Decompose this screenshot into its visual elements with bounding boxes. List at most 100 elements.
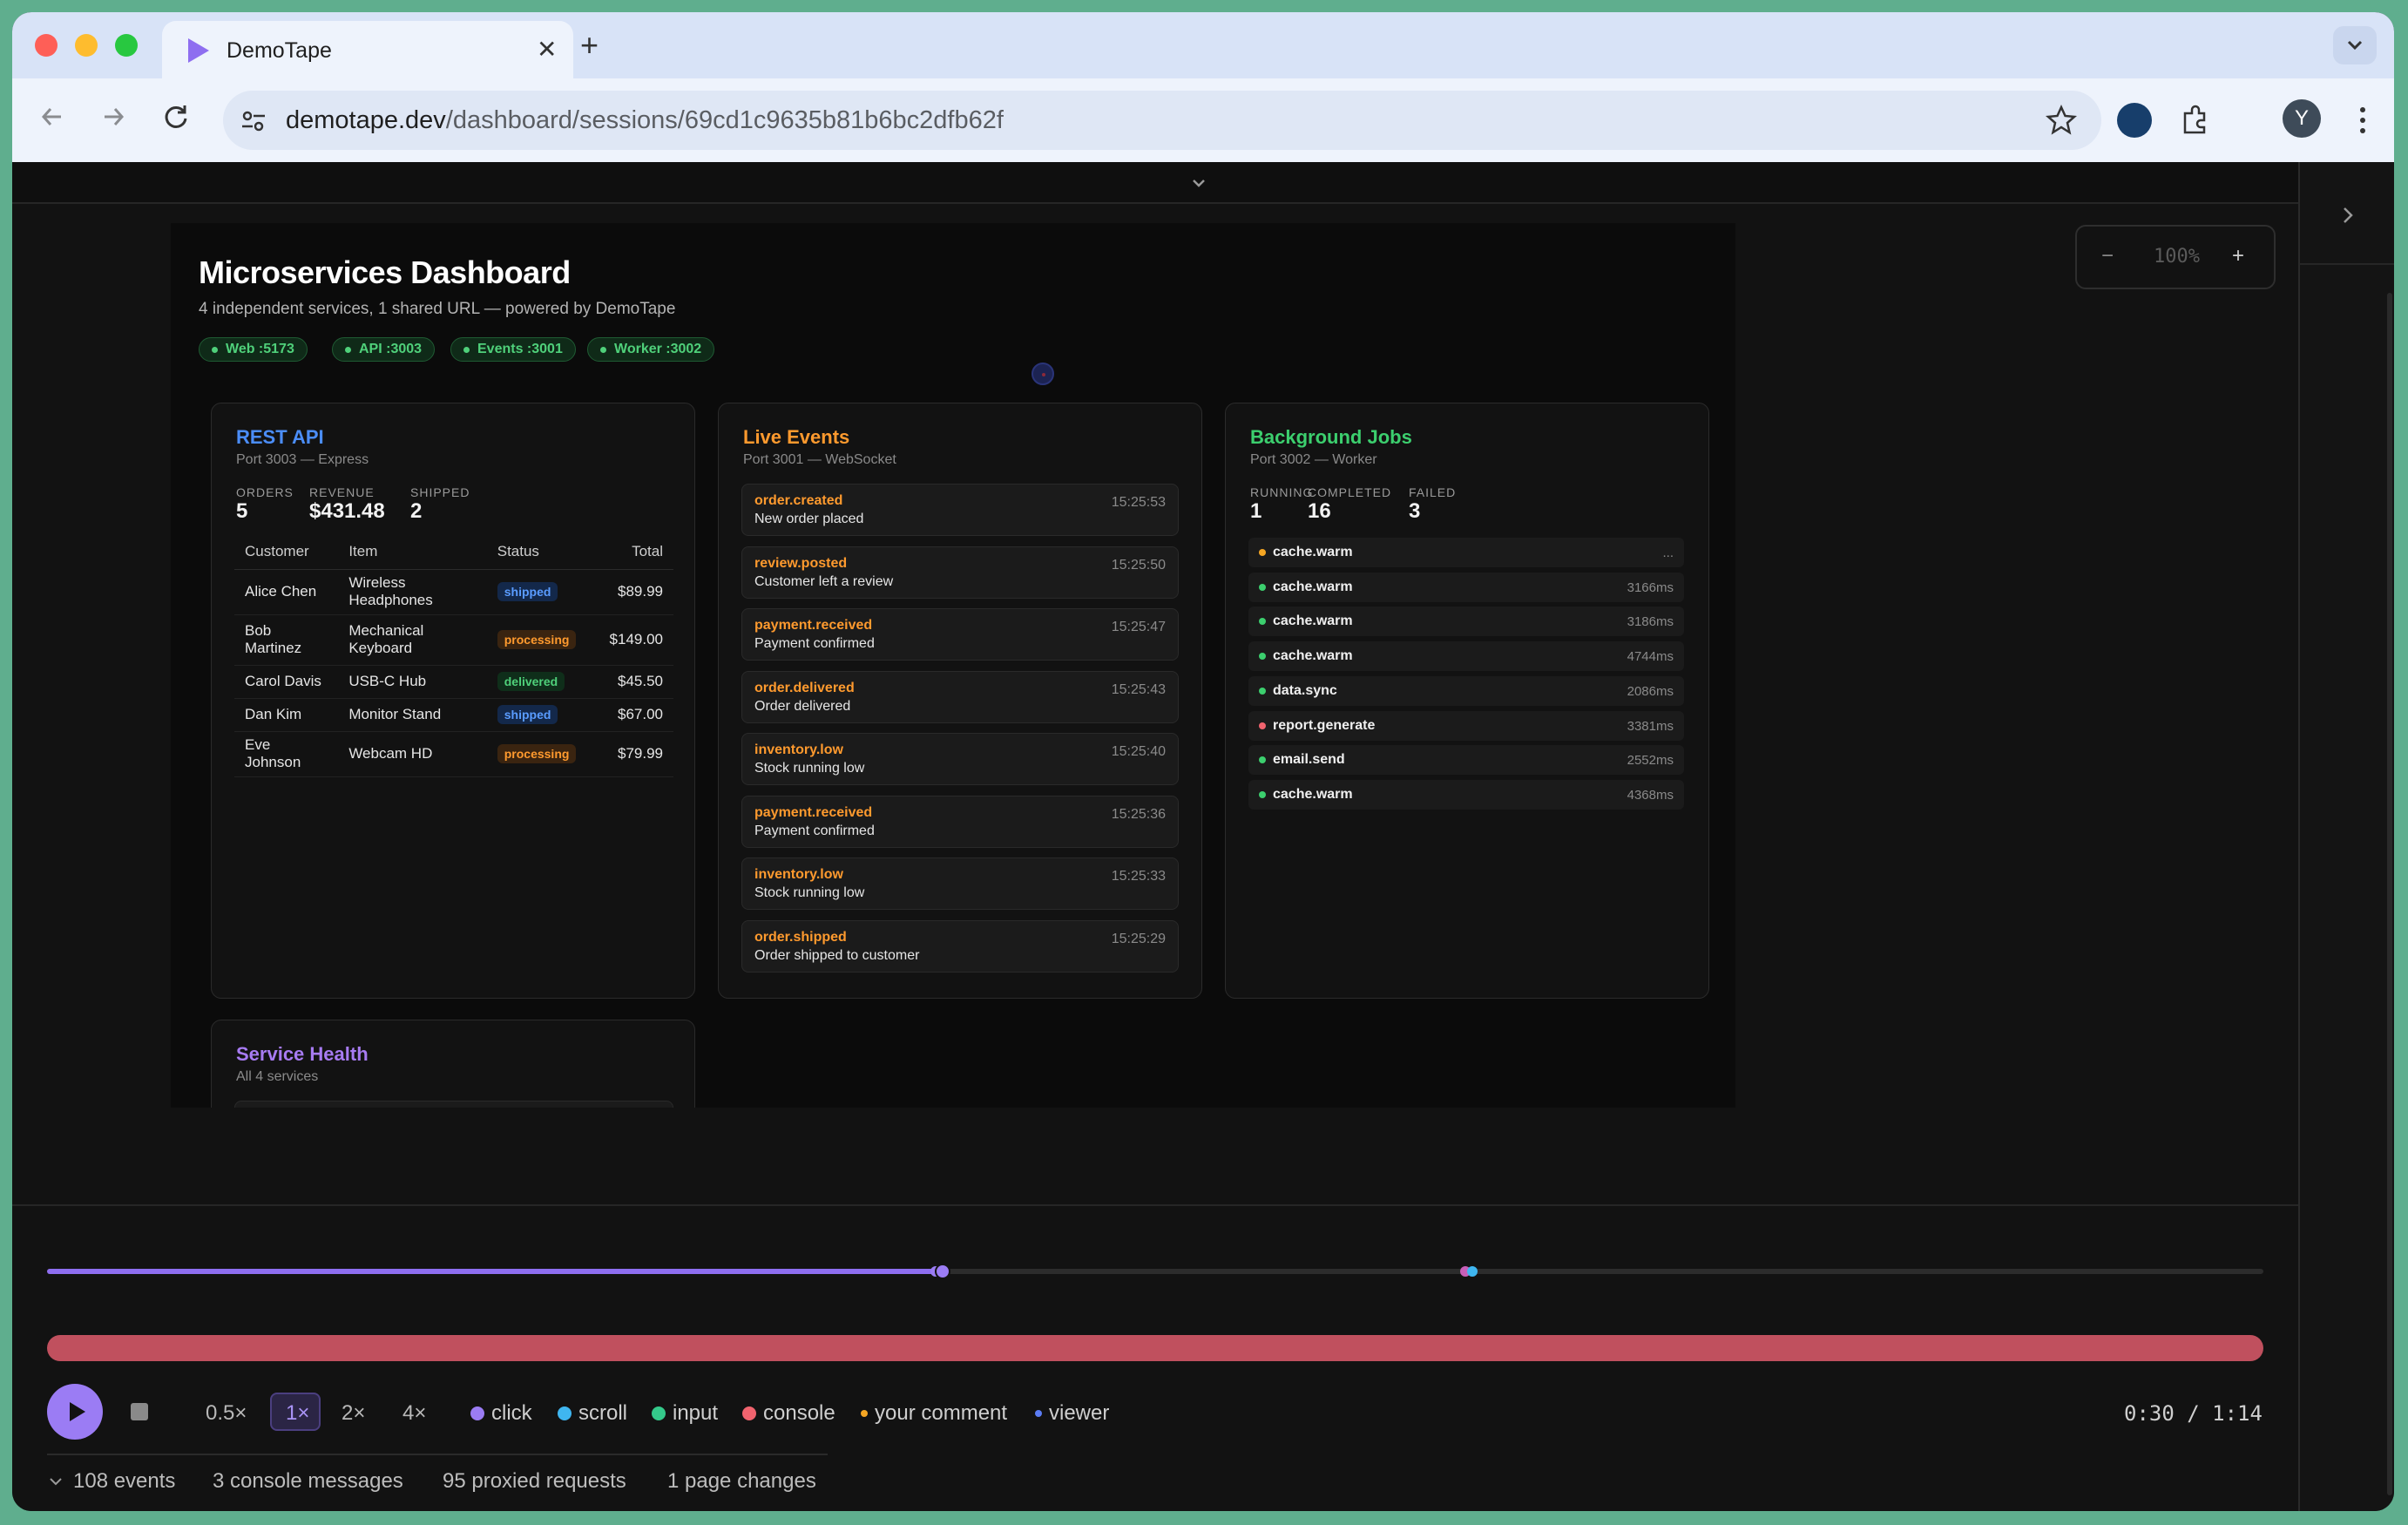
- timeline-scrubber[interactable]: [47, 1262, 2263, 1281]
- collapse-bar[interactable]: [12, 162, 2298, 204]
- total-cell: $89.99: [586, 569, 673, 615]
- stat-value: 5: [236, 499, 248, 523]
- new-tab-button[interactable]: +: [580, 30, 599, 61]
- minimize-window-button[interactable]: [75, 34, 98, 57]
- event-description: Customer left a review: [754, 573, 894, 589]
- customer-cell: Carol Davis: [234, 665, 339, 699]
- play-button[interactable]: [47, 1384, 103, 1440]
- more-menu-icon[interactable]: [2354, 103, 2371, 138]
- job-duration: 3186ms: [1627, 614, 1674, 630]
- input-dot-icon: [652, 1406, 666, 1420]
- event-name: payment.received: [754, 618, 873, 633]
- column-header: Item: [338, 534, 487, 570]
- event-item: order.delivered Order delivered 15:25:43: [741, 670, 1179, 723]
- job-name: cache.warm: [1273, 648, 1353, 664]
- scroll-marker[interactable]: [1467, 1266, 1478, 1277]
- zoom-out-button[interactable]: −: [2101, 244, 2114, 268]
- event-time: 15:25:43: [1111, 681, 1166, 697]
- extensions-puzzle-icon[interactable]: [2178, 103, 2213, 138]
- event-name: inventory.low: [754, 742, 843, 757]
- card-title: REST API: [236, 426, 324, 448]
- viewer-cursor: [1032, 363, 1054, 385]
- close-window-button[interactable]: [35, 34, 57, 57]
- timeline-playhead[interactable]: [934, 1264, 950, 1279]
- chevron-right-icon[interactable]: [2335, 202, 2361, 228]
- stat-label: FAILED: [1409, 485, 1457, 499]
- stop-button[interactable]: [131, 1403, 148, 1420]
- event-description: Order shipped to customer: [754, 947, 920, 963]
- stat-label: COMPLETED: [1308, 485, 1392, 499]
- site-settings-icon[interactable]: [239, 106, 268, 136]
- card-subtitle: Port 3002 — Worker: [1250, 452, 1377, 467]
- total-cell: $45.50: [586, 665, 673, 699]
- maximize-window-button[interactable]: [115, 34, 138, 57]
- timeline-progress: [47, 1269, 943, 1274]
- event-item: payment.received Payment confirmed 15:25:3…: [741, 795, 1179, 848]
- speed-1x[interactable]: 1×: [270, 1393, 321, 1431]
- rest-api-card: REST API Port 3003 — Express ORDERS 5 RE…: [211, 403, 695, 999]
- stat-value: 1: [1250, 499, 1262, 523]
- job-status-dot-icon: [1259, 618, 1266, 626]
- events-count[interactable]: 108 events: [73, 1469, 175, 1494]
- time-current: 0:30: [2124, 1401, 2175, 1426]
- column-header: Status: [486, 534, 587, 570]
- sidebar-scrollbar[interactable]: [2387, 293, 2392, 1495]
- legend-label: input: [673, 1401, 719, 1425]
- speed-4x[interactable]: 4×: [402, 1401, 426, 1426]
- zoom-control: − 100% +: [2075, 225, 2276, 289]
- chevron-down-icon[interactable]: [47, 1473, 64, 1490]
- forward-button[interactable]: [96, 99, 131, 142]
- tab-search-button[interactable]: [2333, 26, 2377, 64]
- time-display: 0:30 / 1:14: [2124, 1401, 2263, 1426]
- job-name: cache.warm: [1273, 786, 1353, 802]
- profile-avatar[interactable]: Y: [2283, 99, 2321, 138]
- event-name: payment.received: [754, 804, 873, 820]
- card-subtitle: Port 3003 — Express: [236, 452, 369, 467]
- console-count[interactable]: 3 console messages: [213, 1469, 403, 1494]
- job-name: cache.warm: [1273, 579, 1353, 594]
- event-description: New order placed: [754, 512, 864, 526]
- table-header-row: Customer Item Status Total: [234, 534, 673, 570]
- speed-2x[interactable]: 2×: [342, 1401, 365, 1426]
- scroll-dot-icon: [558, 1406, 572, 1420]
- chevron-down-icon: [1193, 180, 1205, 187]
- console-activity-bar[interactable]: [47, 1335, 2263, 1361]
- stat-label: SHIPPED: [410, 485, 470, 499]
- status-cell: delivered: [486, 665, 587, 699]
- reload-button[interactable]: [159, 99, 193, 142]
- job-duration: 4744ms: [1627, 649, 1674, 665]
- url-text[interactable]: demotape.dev/dashboard/sessions/69cd1c96…: [286, 106, 1004, 135]
- extension-icon[interactable]: [2117, 103, 2152, 138]
- job-status-dot-icon: [1259, 687, 1266, 695]
- job-status-dot-icon: [1259, 790, 1266, 798]
- click-dot-icon: [470, 1406, 484, 1420]
- stat-failed: FAILED 3: [1409, 485, 1456, 524]
- bookmark-star-icon[interactable]: [2044, 103, 2079, 138]
- status-cell: shipped: [486, 698, 587, 732]
- speed-0-5x[interactable]: 0.5×: [206, 1401, 247, 1426]
- job-status-dot-icon: [1259, 583, 1266, 591]
- event-name: order.created: [754, 493, 843, 508]
- event-time: 15:25:47: [1111, 620, 1166, 634]
- stat-value: 16: [1308, 499, 1331, 523]
- stat-label: RUNNING: [1250, 485, 1314, 499]
- back-button[interactable]: [35, 99, 70, 142]
- live-events-card: Live Events Port 3001 — WebSocket order.…: [718, 403, 1202, 999]
- close-tab-icon[interactable]: ✕: [537, 35, 557, 64]
- status-badge: processing: [497, 744, 577, 763]
- browser-tab[interactable]: DemoTape ✕: [162, 21, 573, 78]
- requests-count[interactable]: 95 proxied requests: [443, 1469, 626, 1494]
- item-cell: Monitor Stand: [338, 698, 487, 732]
- table-row: Bob Martinez Mechanical Keyboard processin…: [234, 614, 673, 666]
- event-time: 15:25:29: [1111, 931, 1166, 946]
- card-subtitle: All 4 services: [236, 1069, 319, 1084]
- page-changes-count[interactable]: 1 page changes: [667, 1469, 816, 1494]
- card-title: Service Health: [236, 1043, 369, 1065]
- event-time: 15:25:50: [1111, 557, 1166, 573]
- chevron-down-icon: [2347, 40, 2363, 51]
- status-badge: shipped: [497, 582, 558, 601]
- zoom-in-button[interactable]: +: [2232, 244, 2244, 268]
- speed-1x-label: 1×: [286, 1401, 310, 1425]
- stat-shipped: SHIPPED 2: [410, 485, 470, 524]
- jobs-list: cache.warm... cache.warm 3166ms cache.warm 3…: [1248, 538, 1684, 834]
